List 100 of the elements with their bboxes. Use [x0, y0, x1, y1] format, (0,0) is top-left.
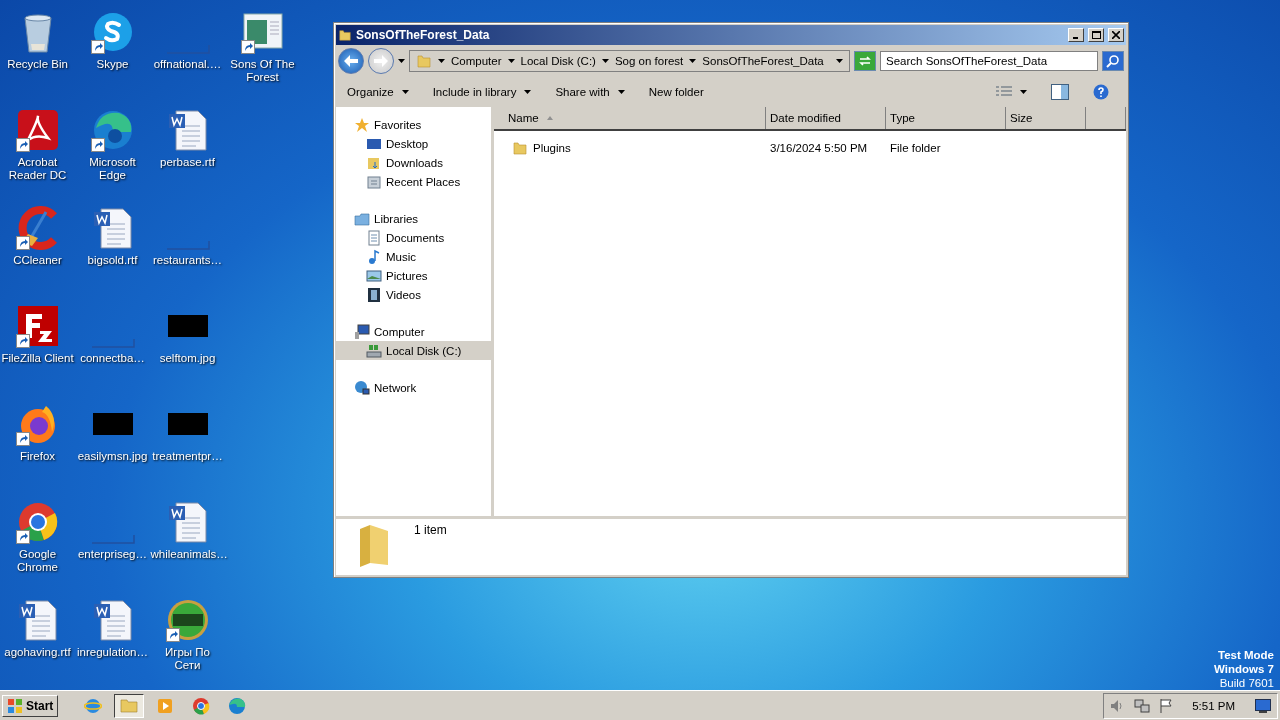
navigation-item[interactable]: Desktop	[336, 134, 491, 153]
desktop-icon-label[interactable]: agohaving.rtf	[0, 646, 75, 659]
desktop-icon-label[interactable]: bigsold.rtf	[75, 254, 150, 267]
breadcrumb-link[interactable]: SonsOfTheForest_Data	[702, 55, 824, 67]
flag-icon[interactable]	[1158, 697, 1175, 714]
desktop-icon-label[interactable]: easilymsn.jpg	[75, 450, 150, 463]
breadcrumb-link[interactable]: Local Disk (C:)	[520, 55, 596, 67]
network-icon[interactable]	[1134, 697, 1151, 714]
back-arrow-icon	[344, 55, 358, 67]
navigation-item[interactable]: Pictures	[336, 266, 491, 285]
column-header[interactable]: Type	[886, 107, 1006, 129]
address-bar[interactable]: Computer Local Disk (C:) Sog on forest SonsOfTheForest_Data	[409, 50, 850, 72]
column-header[interactable]: Size	[1006, 107, 1086, 129]
desktop-icon-label[interactable]: Recycle Bin	[0, 58, 75, 71]
desktop-icon-label[interactable]: perbase.rtf	[150, 156, 225, 169]
minimize-button[interactable]	[1068, 28, 1084, 42]
help-icon	[1093, 84, 1109, 100]
desktop-icon-label[interactable]: inregulation…	[75, 646, 150, 659]
desktop-icon-label[interactable]: Acrobat Reader DC	[0, 156, 75, 182]
search-button[interactable]	[1102, 51, 1124, 71]
chrome-icon	[192, 696, 211, 715]
caret-icon	[398, 59, 405, 63]
maximize-button[interactable]	[1088, 28, 1104, 42]
ie-browser-icon	[84, 696, 103, 715]
navigation-item[interactable]: Libraries	[336, 209, 491, 228]
desktop-icon-label[interactable]: connectba…	[75, 352, 150, 365]
computer-icon	[354, 323, 370, 340]
desktop-icon-label[interactable]: selftom.jpg	[150, 352, 225, 365]
navigation-item[interactable]: Favorites	[336, 115, 491, 134]
navigation-item[interactable]: Videos	[336, 285, 491, 304]
hard-disk-icon	[366, 342, 382, 359]
navigation-label: Documents	[386, 231, 445, 244]
navigation-item[interactable]: Music	[336, 247, 491, 266]
desktop-icon-label[interactable]: offnational.…	[150, 58, 225, 71]
navigation-label: Libraries	[374, 212, 419, 225]
navigation-item[interactable]: Downloads	[336, 153, 491, 172]
navigation-label: Videos	[386, 288, 421, 301]
back-button[interactable]	[338, 48, 364, 74]
column-header[interactable]: Date modified	[766, 107, 886, 129]
caret-icon	[438, 59, 445, 63]
toolbar-button[interactable]: Share with	[548, 83, 632, 101]
caret-icon	[507, 59, 515, 63]
desktop-icon-label[interactable]: FileZilla Client	[0, 352, 75, 365]
media-player-icon	[156, 696, 175, 715]
taskbar-app-button[interactable]	[114, 693, 145, 718]
music-note-icon	[366, 248, 382, 265]
navigation-label: Local Disk (C:)	[386, 344, 462, 357]
type-cell: File folder	[890, 142, 941, 154]
folder-icon	[416, 53, 432, 69]
caret-icon	[836, 59, 843, 63]
breadcrumb-link[interactable]: Computer	[451, 55, 502, 67]
column-header-filler	[1086, 107, 1126, 129]
desktop-icon-label[interactable]: Microsoft Edge	[75, 156, 150, 182]
navigation-item[interactable]: Local Disk (C:)	[336, 341, 491, 360]
file-name[interactable]: Plugins	[533, 142, 571, 154]
navigation-label: Computer	[374, 325, 425, 338]
desktop-icon-label[interactable]: enterpriseg…	[75, 548, 150, 561]
star-icon	[354, 116, 370, 133]
desktop-icon-label[interactable]: treatmentpr…	[150, 450, 225, 463]
navigation-label: Music	[386, 250, 417, 263]
desktop-icon-label[interactable]: Игры По Сети	[150, 646, 225, 672]
edge-icon	[228, 696, 247, 715]
document-icon	[366, 229, 382, 246]
navigation-item[interactable]: Computer	[336, 322, 491, 341]
date-modified-cell: 3/16/2024 5:50 PM	[770, 142, 868, 154]
navigation-label: Favorites	[374, 118, 422, 131]
maximize-icon	[1091, 31, 1101, 39]
forward-button[interactable]	[368, 48, 394, 74]
toolbar-button[interactable]: Organize	[340, 83, 416, 101]
toolbar-button[interactable]: Include in library	[425, 83, 539, 101]
breadcrumb-link[interactable]: Sog on forest	[614, 55, 684, 67]
navigation-label: Pictures	[386, 269, 428, 282]
navigation-item[interactable]: Documents	[336, 228, 491, 247]
toolbar-button[interactable]: New folder	[641, 83, 711, 101]
clock[interactable]: 5:51 PM	[1192, 699, 1235, 712]
navigation-item[interactable]: Recent Places	[336, 172, 491, 191]
desktop-icon-label[interactable]: Skype	[75, 58, 150, 71]
refresh-icon	[858, 55, 872, 67]
filezilla-icon	[15, 304, 60, 348]
desktop-icon-label[interactable]: Sons Of The Forest	[225, 58, 300, 84]
desktop-icon-label[interactable]: CCleaner	[0, 254, 75, 267]
blank-file-icon	[165, 240, 210, 250]
close-button[interactable]	[1108, 28, 1124, 42]
column-header[interactable]: Name	[494, 107, 766, 129]
refresh-button[interactable]	[854, 51, 876, 71]
acrobat-icon	[15, 108, 60, 152]
start-button[interactable]: Start	[2, 694, 59, 717]
caret-icon	[1020, 90, 1027, 94]
forward-arrow-icon	[374, 55, 388, 67]
desktop-icon-label[interactable]: Google Chrome	[0, 548, 75, 574]
window-title: SonsOfTheForest_Data	[356, 28, 491, 42]
desktop-icon-label[interactable]: whileanimals…	[150, 548, 225, 561]
search-field[interactable]: Search SonsOfTheForest_Data	[880, 51, 1098, 71]
close-icon	[1112, 31, 1120, 39]
desktop-icon-label[interactable]: Firefox	[0, 450, 75, 463]
show-desktop-icon[interactable]	[1255, 698, 1271, 713]
folder-icon	[512, 140, 528, 156]
folder-icon	[120, 696, 139, 715]
navigation-item[interactable]: Network	[336, 378, 491, 397]
desktop-icon-label[interactable]: restaurants…	[150, 254, 225, 267]
